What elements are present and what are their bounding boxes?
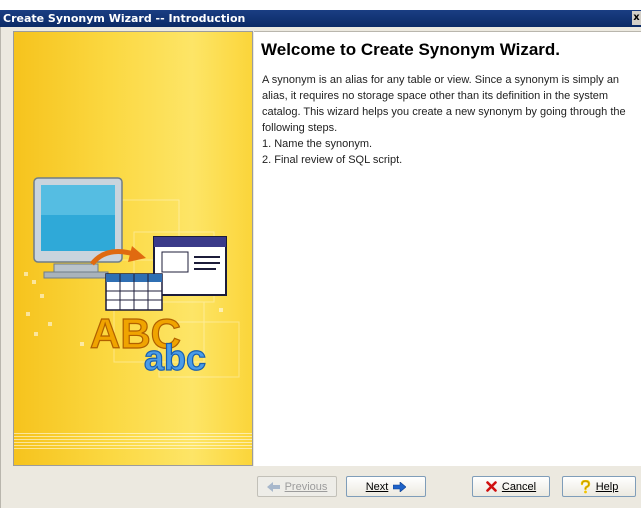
abc-lower-art: abc xyxy=(144,337,206,378)
question-mark-icon xyxy=(580,479,591,494)
monitor-icon xyxy=(33,177,123,279)
help-button[interactable]: Help xyxy=(562,476,636,497)
red-x-icon xyxy=(486,481,497,492)
next-button[interactable]: Next xyxy=(346,476,426,497)
cancel-label: Cancel xyxy=(501,480,537,493)
close-button[interactable]: x xyxy=(632,11,641,25)
right-arrow-icon xyxy=(393,481,407,492)
steps-list: 1. Name the synonym. 2. Final review of … xyxy=(262,136,640,168)
page-title: Welcome to Create Synonym Wizard. xyxy=(261,40,560,59)
title-bar: Create Synonym Wizard -- Introduction x xyxy=(0,10,641,27)
next-label: Next xyxy=(365,480,389,493)
wizard-banner: ABC abc xyxy=(13,31,253,466)
cancel-button[interactable]: Cancel xyxy=(472,476,550,497)
description: A synonym is an alias for any table or v… xyxy=(262,72,640,168)
left-arrow-icon xyxy=(266,481,280,492)
window-icon xyxy=(153,236,227,296)
banner-stripes xyxy=(14,433,252,451)
step-item: 1. Name the synonym. xyxy=(262,138,373,150)
table-icon xyxy=(105,273,163,311)
help-label: Help xyxy=(595,480,619,493)
description-text: A synonym is an alias for any table or v… xyxy=(262,74,626,134)
content-panel: Welcome to Create Synonym Wizard. A syno… xyxy=(254,31,641,466)
window-title: Create Synonym Wizard -- Introduction xyxy=(3,12,246,25)
step-item: 2. Final review of SQL script. xyxy=(262,154,403,166)
previous-button[interactable]: Previous xyxy=(257,476,337,497)
previous-label: Previous xyxy=(284,480,328,493)
wizard-illustration: ABC abc xyxy=(24,177,240,379)
